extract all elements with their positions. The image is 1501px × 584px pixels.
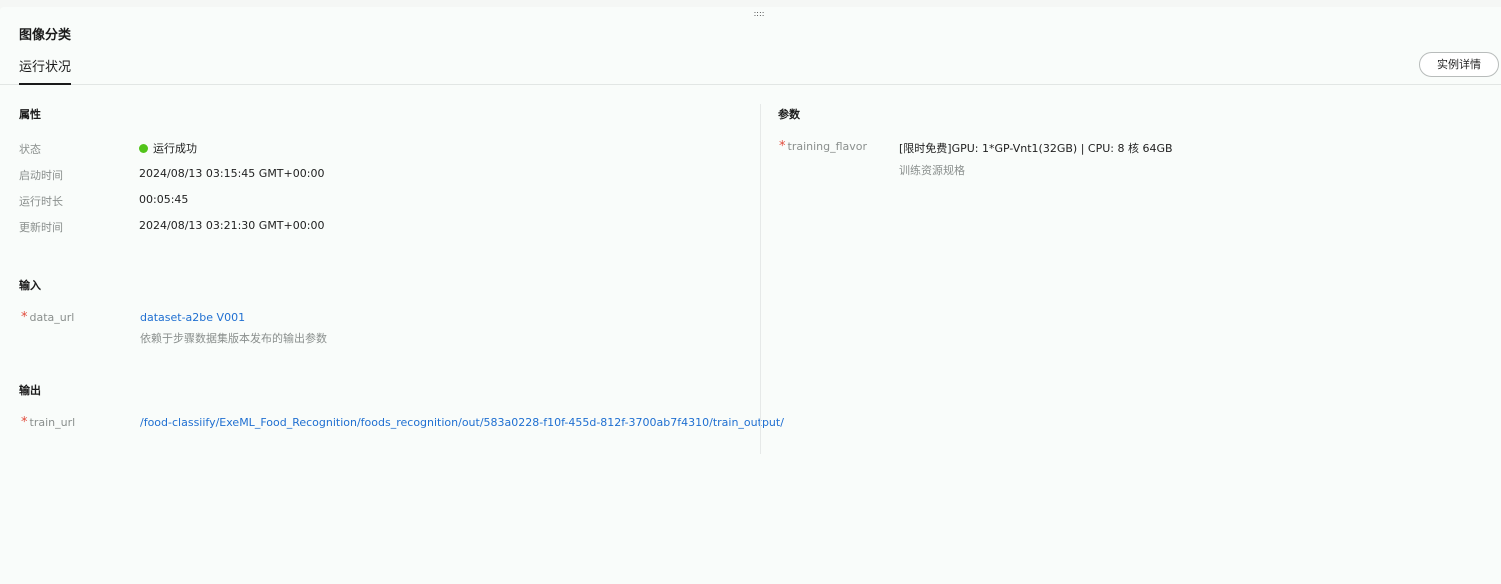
update-time-label: 更新时间 bbox=[19, 221, 63, 234]
required-mark: * bbox=[21, 415, 28, 430]
required-mark: * bbox=[779, 139, 786, 154]
train-url-link[interactable]: /food-classiify/ExeML_Food_Recognition/f… bbox=[140, 416, 784, 429]
status-value: 运行成功 bbox=[139, 140, 197, 156]
tab-bar: 运行状况 实例详情 bbox=[0, 52, 1501, 85]
attributes-heading: 属性 bbox=[19, 108, 41, 121]
column-divider bbox=[760, 104, 761, 454]
duration-value: 00:05:45 bbox=[139, 193, 189, 206]
update-time-value: 2024/08/13 03:21:30 GMT+00:00 bbox=[139, 219, 325, 232]
training-flavor-value: [限时免费]GPU: 1*GP-Vnt1(32GB) | CPU: 8 核 64… bbox=[899, 142, 1173, 155]
tab-run-status[interactable]: 运行状况 bbox=[19, 56, 72, 85]
page-title: 图像分类 bbox=[19, 28, 72, 43]
data-url-label-text: data_url bbox=[29, 311, 75, 324]
drag-handle-icon[interactable]: :::: bbox=[752, 10, 766, 18]
training-flavor-label-text: training_flavor bbox=[787, 140, 868, 153]
instance-detail-button[interactable]: 实例详情 bbox=[1419, 52, 1499, 77]
start-time-value: 2024/08/13 03:15:45 GMT+00:00 bbox=[139, 167, 325, 180]
training-flavor-label: * training_flavor bbox=[779, 139, 867, 154]
start-time-label: 启动时间 bbox=[19, 169, 63, 182]
duration-label: 运行时长 bbox=[19, 195, 63, 208]
required-mark: * bbox=[21, 310, 28, 325]
data-url-link[interactable]: dataset-a2be V001 bbox=[140, 311, 245, 324]
status-success-icon bbox=[139, 144, 148, 153]
outputs-heading: 输出 bbox=[19, 384, 41, 397]
train-url-label-text: train_url bbox=[29, 416, 76, 429]
main-panel: :::: 图像分类 运行状况 实例详情 属性 状态 运行成功 启动时间 2024… bbox=[0, 7, 1501, 584]
data-url-label: * data_url bbox=[21, 310, 74, 325]
training-flavor-hint: 训练资源规格 bbox=[899, 164, 965, 177]
data-url-hint: 依赖于步骤数据集版本发布的输出参数 bbox=[140, 332, 327, 345]
params-heading: 参数 bbox=[778, 108, 800, 121]
train-url-label: * train_url bbox=[21, 415, 75, 430]
inputs-heading: 输入 bbox=[19, 279, 41, 292]
status-label: 状态 bbox=[19, 143, 41, 156]
status-text: 运行成功 bbox=[153, 142, 197, 155]
